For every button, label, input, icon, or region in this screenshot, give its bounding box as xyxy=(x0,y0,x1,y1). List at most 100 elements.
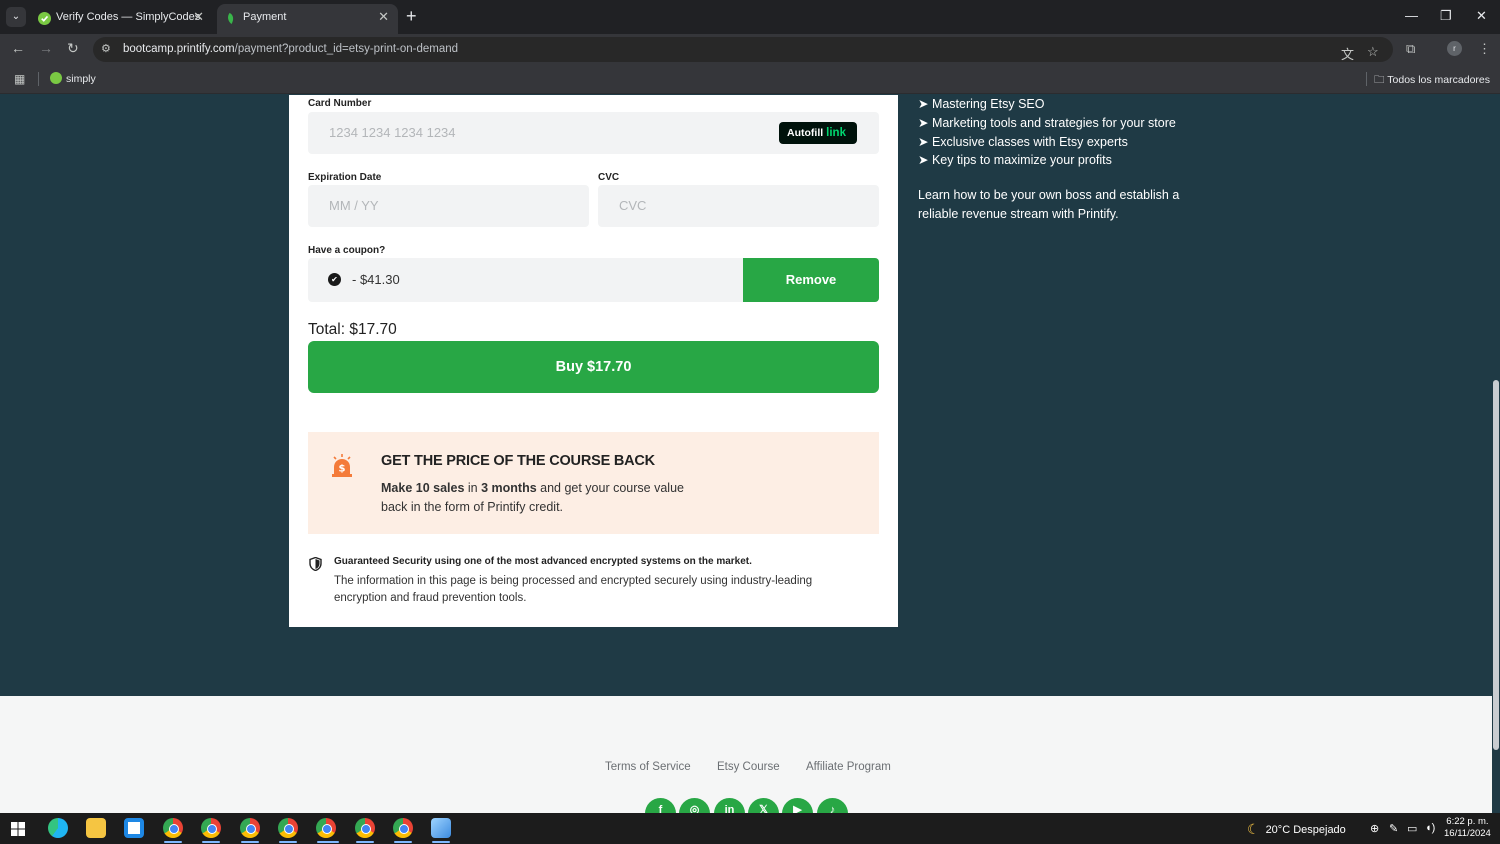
profile-avatar[interactable]: r xyxy=(1447,41,1462,56)
chrome-profile-icon[interactable] xyxy=(201,818,221,838)
translate-icon[interactable]: 文 xyxy=(1341,44,1354,63)
footer-link-affiliate[interactable]: Affiliate Program xyxy=(806,761,891,773)
system-clock[interactable]: 6:22 p. m. 16/11/2024 xyxy=(1444,816,1491,840)
windows-taskbar: ☾ 20°C Despejado ⊕ ✎ ▭ ◖) 6:22 p. m. 16/1… xyxy=(0,813,1500,844)
chrome-menu-icon[interactable]: ⋮ xyxy=(1478,41,1491,57)
all-bookmarks-folder[interactable]: 🗀 Todos los marcadores xyxy=(1374,72,1490,90)
page-scrollbar[interactable] xyxy=(1492,95,1500,813)
running-indicator xyxy=(241,841,259,843)
chrome-profile-icon[interactable] xyxy=(240,818,260,838)
chrome-profile-icon[interactable] xyxy=(316,818,336,838)
notepad-icon[interactable] xyxy=(431,818,451,838)
coupon-applied-field: ✔ - $41.30 xyxy=(308,258,743,302)
total-price: Total: $17.70 xyxy=(308,321,397,338)
file-explorer-icon[interactable] xyxy=(86,818,106,838)
running-indicator xyxy=(394,841,412,843)
tab-title: Payment xyxy=(243,11,287,23)
bookmarks-divider xyxy=(1366,72,1367,86)
folder-icon: 🗀 xyxy=(1374,74,1385,86)
feature-item: ➤ Key tips to maximize your profits xyxy=(918,153,1112,168)
address-bar[interactable]: ⚙ bootcamp.printify.com/payment?product_… xyxy=(93,37,1393,62)
display-icon[interactable]: ▭ xyxy=(1407,822,1417,835)
coupon-discount-value: - $41.30 xyxy=(352,272,400,287)
running-indicator xyxy=(279,841,297,843)
bookmark-star-icon[interactable]: ☆ xyxy=(1367,44,1379,60)
running-indicator xyxy=(432,841,450,843)
microsoft-store-icon[interactable] xyxy=(124,818,144,838)
forward-arrow-icon[interactable]: → xyxy=(39,40,53,56)
shield-icon xyxy=(309,557,322,571)
card-number-input[interactable]: 1234 1234 1234 1234 Autofill link xyxy=(308,112,879,154)
restore-icon[interactable]: ❐ xyxy=(1440,8,1452,24)
bookmarks-divider xyxy=(38,72,39,86)
pen-icon[interactable]: ✎ xyxy=(1389,822,1398,835)
page-viewport: Card Number 1234 1234 1234 1234 Autofill… xyxy=(0,95,1492,813)
footer-link-terms[interactable]: Terms of Service xyxy=(605,761,691,773)
card-number-placeholder: 1234 1234 1234 1234 xyxy=(329,125,456,140)
edge-icon[interactable] xyxy=(48,818,68,838)
extensions-puzzle-icon[interactable]: ⧉ xyxy=(1406,41,1415,57)
money-back-promo: $ GET THE PRICE OF THE COURSE BACK Make … xyxy=(308,432,879,534)
bookmark-simply[interactable]: simply xyxy=(50,72,96,85)
facebook-icon[interactable]: f xyxy=(645,798,676,813)
tiktok-icon[interactable]: ♪ xyxy=(817,798,848,813)
back-arrow-icon[interactable]: ← xyxy=(11,40,25,56)
chrome-profile-icon[interactable] xyxy=(393,818,413,838)
cvc-label: CVC xyxy=(598,172,620,183)
page-footer: Terms of Service Etsy Course Affiliate P… xyxy=(0,696,1492,813)
moon-icon: ☾ xyxy=(1247,821,1260,837)
x-icon[interactable]: 𝕏 xyxy=(748,798,779,813)
linkedin-icon[interactable]: in xyxy=(714,798,745,813)
expiration-date-input[interactable]: MM / YY xyxy=(308,185,589,227)
tab-payment[interactable]: Payment ✕ xyxy=(217,4,398,34)
apps-grid-icon[interactable]: ▦ xyxy=(14,72,25,86)
check-circle-icon: ✔ xyxy=(328,273,341,286)
tab-close-icon[interactable]: ✕ xyxy=(193,9,204,25)
site-info-tune-icon[interactable]: ⚙ xyxy=(101,42,115,56)
coupon-label: Have a coupon? xyxy=(308,245,386,256)
expiration-date-label: Expiration Date xyxy=(308,172,382,183)
chrome-profile-icon[interactable] xyxy=(163,818,183,838)
running-indicator xyxy=(202,841,220,843)
feature-item: ➤ Exclusive classes with Etsy experts xyxy=(918,134,1128,149)
remove-coupon-button[interactable]: Remove xyxy=(743,258,879,302)
svg-text:$: $ xyxy=(339,464,346,475)
window-close-icon[interactable]: ✕ xyxy=(1476,8,1487,24)
running-indicator xyxy=(317,841,339,843)
promo-text: Make 10 sales in 3 months and get your c… xyxy=(381,481,684,514)
autofill-link-button[interactable]: Autofill link xyxy=(779,122,857,144)
feature-item: ➤ Marketing tools and strategies for you… xyxy=(918,115,1176,130)
weather-widget[interactable]: ☾ 20°C Despejado xyxy=(1247,821,1346,838)
new-tab-plus-icon[interactable]: + xyxy=(406,6,417,26)
minimize-icon[interactable]: — xyxy=(1405,8,1418,23)
security-text: The information in this page is being pr… xyxy=(334,575,813,604)
promo-title: GET THE PRICE OF THE COURSE BACK xyxy=(381,453,655,469)
tab-search-chevron-icon[interactable]: ⌄ xyxy=(6,7,26,27)
bookmarks-bar: ▦ simply 🗀 Todos los marcadores xyxy=(0,64,1500,94)
windows-start-icon[interactable] xyxy=(11,822,25,836)
running-indicator xyxy=(356,841,374,843)
url-text[interactable]: bootcamp.printify.com/payment?product_id… xyxy=(123,43,458,55)
printify-favicon-icon xyxy=(228,12,234,25)
course-features: ➤ Mastering Etsy SEO ➤ Marketing tools a… xyxy=(918,95,1218,221)
running-indicator xyxy=(164,841,182,843)
chrome-profile-icon[interactable] xyxy=(355,818,375,838)
tab-close-icon[interactable]: ✕ xyxy=(378,9,389,25)
payment-card: Card Number 1234 1234 1234 1234 Autofill… xyxy=(289,95,898,627)
expiration-placeholder: MM / YY xyxy=(329,198,379,213)
feature-item: ➤ Mastering Etsy SEO xyxy=(918,97,1045,111)
volume-icon[interactable]: ◖) xyxy=(1425,822,1435,834)
chrome-profile-icon[interactable] xyxy=(278,818,298,838)
reload-icon[interactable]: ↻ xyxy=(67,40,79,57)
tab-verify-codes[interactable]: Verify Codes — SimplyCodes ✕ xyxy=(30,4,213,34)
youtube-icon[interactable]: ▶ xyxy=(782,798,813,813)
scrollbar-thumb[interactable] xyxy=(1493,380,1499,750)
course-pitch-text: Learn how to be your own boss and establ… xyxy=(918,188,1180,221)
footer-link-etsy-course[interactable]: Etsy Course xyxy=(717,761,780,773)
instagram-icon[interactable]: ◎ xyxy=(679,798,710,813)
browser-tab-bar: ⌄ Verify Codes — SimplyCodes ✕ Payment ✕… xyxy=(0,0,1500,34)
network-globe-icon[interactable]: ⊕ xyxy=(1370,822,1379,835)
cvc-input[interactable]: CVC xyxy=(598,185,879,227)
card-number-label: Card Number xyxy=(308,98,372,109)
buy-button[interactable]: Buy $17.70 xyxy=(308,341,879,393)
